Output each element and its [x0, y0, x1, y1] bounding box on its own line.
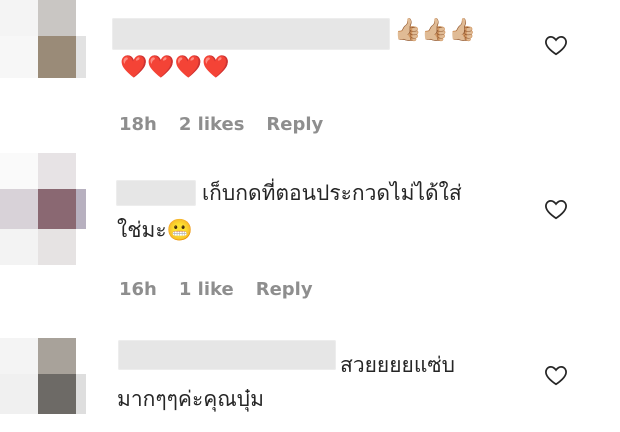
comment-meta: 18h 2 likes Reply — [119, 114, 345, 135]
comment-meta: 16h 1 like Reply — [119, 279, 335, 300]
comment-item: 👍🏼👍🏼👍🏼 ❤️❤️❤️❤️ 18h 2 likes Reply — [0, 0, 620, 150]
comment-likes[interactable]: 1 like — [179, 279, 234, 300]
comment-item: เก็บกดที่ตอนประกวดไม่ได้ใส่ ใช่มะ😬 16h 1 … — [0, 150, 620, 330]
reply-button[interactable]: Reply — [266, 114, 323, 135]
blurred-username[interactable] — [112, 18, 390, 50]
avatar[interactable] — [0, 153, 86, 265]
blurred-username[interactable] — [116, 180, 196, 206]
comment-text-line1: สวยยยยแซ่บ — [340, 353, 455, 377]
comment-time: 16h — [119, 279, 157, 300]
comment-text-line2: มากๆๆค่ะคุณบุ๋ม — [117, 387, 264, 411]
blurred-username[interactable] — [118, 340, 336, 370]
like-heart-icon[interactable] — [543, 196, 569, 222]
avatar[interactable] — [0, 0, 86, 78]
reply-button[interactable]: Reply — [256, 279, 313, 300]
comment-time: 18h — [119, 114, 157, 135]
like-heart-icon[interactable] — [543, 362, 569, 388]
comment-emojis-line1: 👍🏼👍🏼👍🏼 — [394, 18, 477, 43]
comment-text-line1: เก็บกดที่ตอนประกวดไม่ได้ใส่ — [202, 181, 462, 205]
avatar[interactable] — [0, 338, 86, 432]
comment-likes[interactable]: 2 likes — [179, 114, 245, 135]
comment-text-line2: ใช่มะ😬 — [117, 218, 193, 242]
like-heart-icon[interactable] — [543, 32, 569, 58]
comment-emojis-line2: ❤️❤️❤️❤️ — [120, 55, 230, 80]
comment-item: สวยยยยแซ่บ มากๆๆค่ะคุณบุ๋ม — [0, 330, 620, 432]
